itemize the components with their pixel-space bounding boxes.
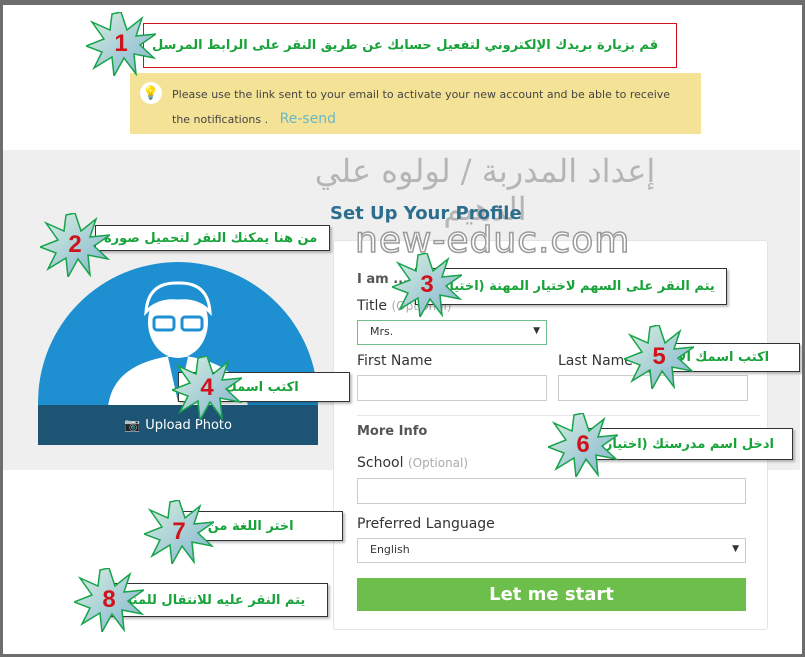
optional-hint: (Optional) xyxy=(407,456,469,470)
school-input[interactable] xyxy=(357,478,746,504)
step-number: 4 xyxy=(200,374,214,401)
title-select[interactable]: Mrs. ▼ xyxy=(357,320,547,345)
step-number: 1 xyxy=(114,30,128,57)
chevron-down-icon: ▼ xyxy=(732,544,739,554)
callout-3-text: يتم النقر على السهم لاختيار المهنة (اختي… xyxy=(424,279,715,294)
step-number: 5 xyxy=(652,343,666,370)
let-me-start-button[interactable]: Let me start xyxy=(357,578,746,611)
starburst-7: 7 xyxy=(144,500,214,564)
step-number: 6 xyxy=(576,431,590,458)
step-number: 2 xyxy=(68,231,82,258)
starburst-2: 2 xyxy=(40,213,110,277)
lightbulb-icon: 💡 xyxy=(140,82,162,104)
last-name-label: Last Name xyxy=(558,353,633,369)
first-name-input[interactable] xyxy=(357,375,547,401)
starburst-3: 3 xyxy=(392,253,462,317)
step-number: 8 xyxy=(102,586,116,613)
starburst-4: 4 xyxy=(172,356,242,420)
language-select[interactable]: English ▼ xyxy=(357,538,746,563)
callout-1: قم بزيارة بريدك الإلكتروني لتفعيل حسابك … xyxy=(143,23,677,68)
starburst-1: 1 xyxy=(86,12,156,76)
resend-link[interactable]: Re-send xyxy=(280,111,336,127)
activation-alert: Please use the link sent to your email t… xyxy=(130,73,701,134)
starburst-8: 8 xyxy=(74,568,144,632)
callout-1-text: قم بزيارة بريدك الإلكتروني لتفعيل حسابك … xyxy=(152,38,659,53)
school-label-text: School xyxy=(357,455,404,471)
more-info-heading: More Info xyxy=(357,424,428,439)
alert-message: Please use the link sent to your email t… xyxy=(172,88,671,126)
callout-2: من هنا يمكنك النقر لتحميل صورة xyxy=(95,225,330,251)
language-label: Preferred Language xyxy=(357,516,495,532)
step-number: 3 xyxy=(420,271,434,298)
starburst-6: 6 xyxy=(548,413,618,477)
first-name-label: First Name xyxy=(357,353,433,369)
title-label-text: Title xyxy=(357,298,388,314)
callout-2-text: من هنا يمكنك النقر لتحميل صورة xyxy=(104,230,318,246)
camera-icon: 📷 xyxy=(124,417,141,433)
starburst-5: 5 xyxy=(624,325,694,389)
step-number: 7 xyxy=(172,518,186,545)
school-label: School (Optional) xyxy=(357,455,468,471)
chevron-down-icon: ▼ xyxy=(533,326,540,336)
title-select-value: Mrs. xyxy=(370,325,394,338)
language-select-value: English xyxy=(370,543,410,556)
